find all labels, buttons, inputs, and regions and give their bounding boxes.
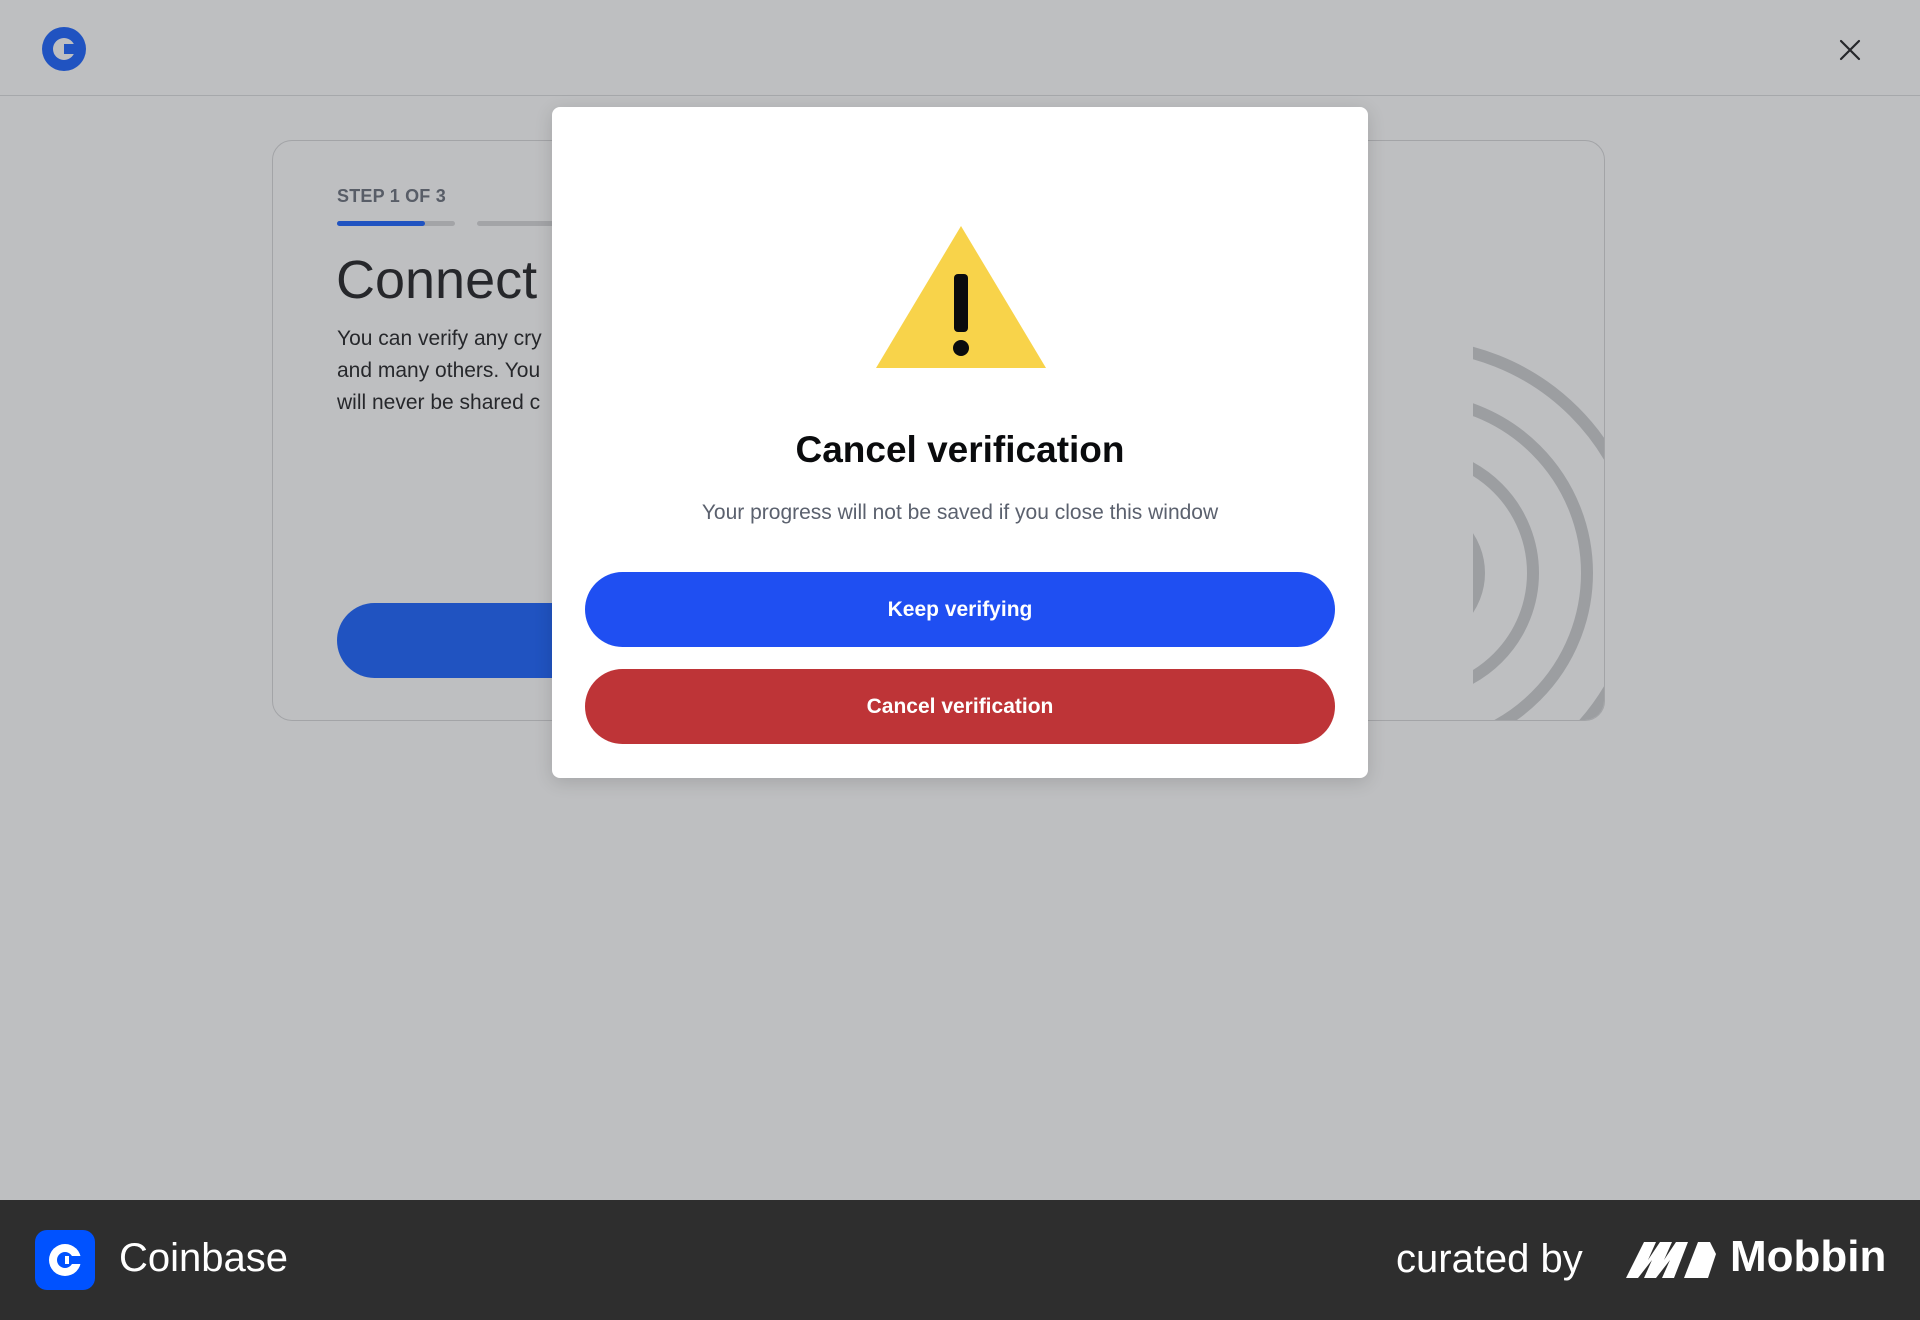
warning-triangle-icon — [876, 226, 1046, 368]
cancel-verification-dialog: Cancel verification Your progress will n… — [552, 107, 1368, 778]
dialog-subtitle: Your progress will not be saved if you c… — [701, 501, 1219, 524]
cancel-verification-button[interactable]: Cancel verification — [585, 669, 1335, 744]
dialog-title: Cancel verification — [795, 429, 1125, 470]
app-window: STEP 1 OF 3 Connect You can verify any c… — [0, 0, 1920, 1200]
footer-brand-name: Coinbase — [119, 1236, 289, 1280]
mobbin-wordmark: Mobbin — [1730, 1232, 1887, 1281]
footer-banner: Coinbase curated by Mobbin — [0, 1200, 1920, 1320]
curated-by-label: curated by — [1396, 1237, 1583, 1281]
keep-verifying-button[interactable]: Keep verifying — [585, 572, 1335, 647]
coinbase-logo-icon — [49, 1244, 83, 1276]
coinbase-app-icon — [35, 1230, 95, 1290]
mobbin-logo-icon — [1626, 1242, 1716, 1278]
